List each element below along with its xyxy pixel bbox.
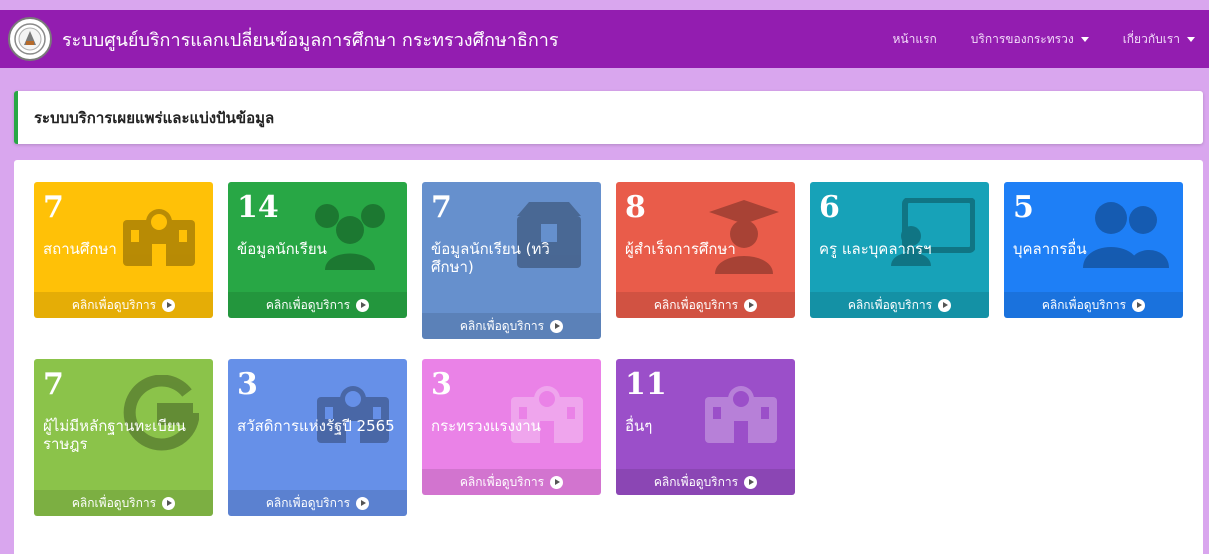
box-label: ข้อมูลนักเรียน — [237, 240, 327, 258]
box-count: 7 — [43, 190, 64, 225]
footer-label: คลิกเพื่อดูบริการ — [1041, 297, 1127, 312]
footer-label: คลิกเพื่อดูบริการ — [459, 474, 545, 489]
arrow-circle-right-icon — [938, 298, 952, 312]
box-label: สถานศึกษา — [43, 240, 117, 258]
box-label: บุคลากรอื่น — [1013, 240, 1087, 258]
navbar: ระบบศูนย์บริการแลกเปลี่ยนข้อมูลการศึกษา … — [0, 10, 1209, 68]
nav-links: หน้าแรก บริการของกระทรวง เกี่ยวกับเรา — [859, 30, 1195, 49]
brand[interactable]: ระบบศูนย์บริการแลกเปลี่ยนข้อมูลการศึกษา … — [8, 17, 559, 61]
box-label: ผู้สำเร็จการศึกษา — [625, 240, 736, 258]
footer-label: คลิกเพื่อดูบริการ — [71, 495, 157, 510]
nav-about-label: เกี่ยวกับเรา — [1122, 31, 1180, 46]
nav-services-dropdown[interactable]: บริการของกระทรวง — [971, 30, 1089, 49]
service-box-students[interactable]: 14 ข้อมูลนักเรียน คลิกเพื่อดูบริการ — [228, 182, 407, 318]
box-label: อื่นๆ — [625, 417, 653, 435]
arrow-circle-right-icon — [356, 298, 370, 312]
arrow-circle-right-icon — [162, 496, 176, 510]
box-label: ข้อมูลนักเรียน (ทวิศึกษา) — [431, 240, 550, 276]
box-footer-link[interactable]: คลิกเพื่อดูบริการ — [810, 292, 989, 318]
footer-label: คลิกเพื่อดูบริการ — [653, 474, 739, 489]
box-footer-link[interactable]: คลิกเพื่อดูบริการ — [34, 490, 213, 516]
box-footer-link[interactable]: คลิกเพื่อดูบริการ — [1004, 292, 1183, 318]
arrow-circle-right-icon — [744, 475, 758, 489]
service-panel: 7 สถานศึกษา คลิกเพื่อดูบริการ 14 ข้อมูลน… — [14, 160, 1203, 554]
box-footer-link[interactable]: คลิกเพื่อดูบริการ — [228, 292, 407, 318]
box-count: 11 — [625, 367, 667, 402]
box-footer-link[interactable]: คลิกเพื่อดูบริการ — [228, 490, 407, 516]
caret-down-icon — [1187, 36, 1195, 42]
users-icon — [315, 204, 385, 270]
box-count: 7 — [431, 190, 452, 225]
box-count: 7 — [43, 367, 64, 402]
service-box-welfare[interactable]: 3 สวัสดิการแห่งรัฐปี 2565 คลิกเพื่อดูบริ… — [228, 359, 407, 516]
arrow-circle-right-icon — [356, 496, 370, 510]
box-label: ครู และบุคลากรฯ — [819, 240, 932, 258]
arrow-circle-right-icon — [550, 319, 564, 333]
box-count: 3 — [431, 367, 452, 402]
footer-label: คลิกเพื่อดูบริการ — [71, 297, 157, 312]
box-label: ผู้ไม่มีหลักฐานทะเบียนราษฎร — [43, 417, 186, 453]
service-box-labour[interactable]: 3 กระทรวงแรงงาน คลิกเพื่อดูบริการ — [422, 359, 601, 495]
ministry-logo-icon — [8, 17, 52, 61]
nav-home-link[interactable]: หน้าแรก — [893, 30, 937, 49]
service-box-teachers[interactable]: 6 ครู และบุคลากรฯ คลิกเพื่อดูบริการ — [810, 182, 989, 318]
service-box-others[interactable]: 11 อื่นๆ คลิกเพื่อดูบริการ — [616, 359, 795, 495]
service-box-unregistered[interactable]: 7 ผู้ไม่มีหลักฐานทะเบียนราษฎร คลิกเพื่อด… — [34, 359, 213, 516]
footer-label: คลิกเพื่อดูบริการ — [265, 297, 351, 312]
box-count: 14 — [237, 190, 279, 225]
footer-label: คลิกเพื่อดูบริการ — [653, 297, 739, 312]
arrow-circle-right-icon — [162, 298, 176, 312]
box-footer-link[interactable]: คลิกเพื่อดูบริการ — [422, 469, 601, 495]
page-header: ระบบบริการเผยแพร่และแบ่งปันข้อมูล — [14, 91, 1203, 144]
box-footer-link[interactable]: คลิกเพื่อดูบริการ — [616, 469, 795, 495]
page-title: ระบบบริการเผยแพร่และแบ่งปันข้อมูล — [34, 108, 275, 127]
nav-about-dropdown[interactable]: เกี่ยวกับเรา — [1123, 30, 1195, 49]
nav-services-label: บริการของกระทรวง — [970, 31, 1074, 46]
service-box-dual-students[interactable]: 7 ข้อมูลนักเรียน (ทวิศึกษา) คลิกเพื่อดูบ… — [422, 182, 601, 339]
box-count: 3 — [237, 367, 258, 402]
caret-down-icon — [1080, 36, 1089, 42]
box-label: กระทรวงแรงงาน — [431, 417, 541, 435]
box-count: 6 — [819, 190, 840, 225]
arrow-circle-right-icon — [744, 298, 758, 312]
box-footer-link[interactable]: คลิกเพื่อดูบริการ — [616, 292, 795, 318]
box-count: 8 — [625, 190, 646, 225]
site-title: ระบบศูนย์บริการแลกเปลี่ยนข้อมูลการศึกษา … — [62, 29, 559, 51]
service-box-other-personnel[interactable]: 5 บุคลากรอื่น คลิกเพื่อดูบริการ — [1004, 182, 1183, 318]
footer-label: คลิกเพื่อดูบริการ — [847, 297, 933, 312]
box-footer-link[interactable]: คลิกเพื่อดูบริการ — [34, 292, 213, 318]
arrow-circle-right-icon — [550, 475, 564, 489]
footer-label: คลิกเพื่อดูบริการ — [265, 495, 351, 510]
service-box-schools[interactable]: 7 สถานศึกษา คลิกเพื่อดูบริการ — [34, 182, 213, 318]
service-box-graduates[interactable]: 8 ผู้สำเร็จการศึกษา คลิกเพื่อดูบริการ — [616, 182, 795, 318]
box-count: 5 — [1013, 190, 1034, 225]
box-footer-link[interactable]: คลิกเพื่อดูบริการ — [422, 313, 601, 339]
graduate-icon — [709, 200, 779, 274]
box-label: สวัสดิการแห่งรัฐปี 2565 — [237, 417, 395, 435]
arrow-circle-right-icon — [1132, 298, 1146, 312]
nav-home-label: หน้าแรก — [892, 31, 937, 46]
footer-label: คลิกเพื่อดูบริการ — [459, 318, 545, 333]
